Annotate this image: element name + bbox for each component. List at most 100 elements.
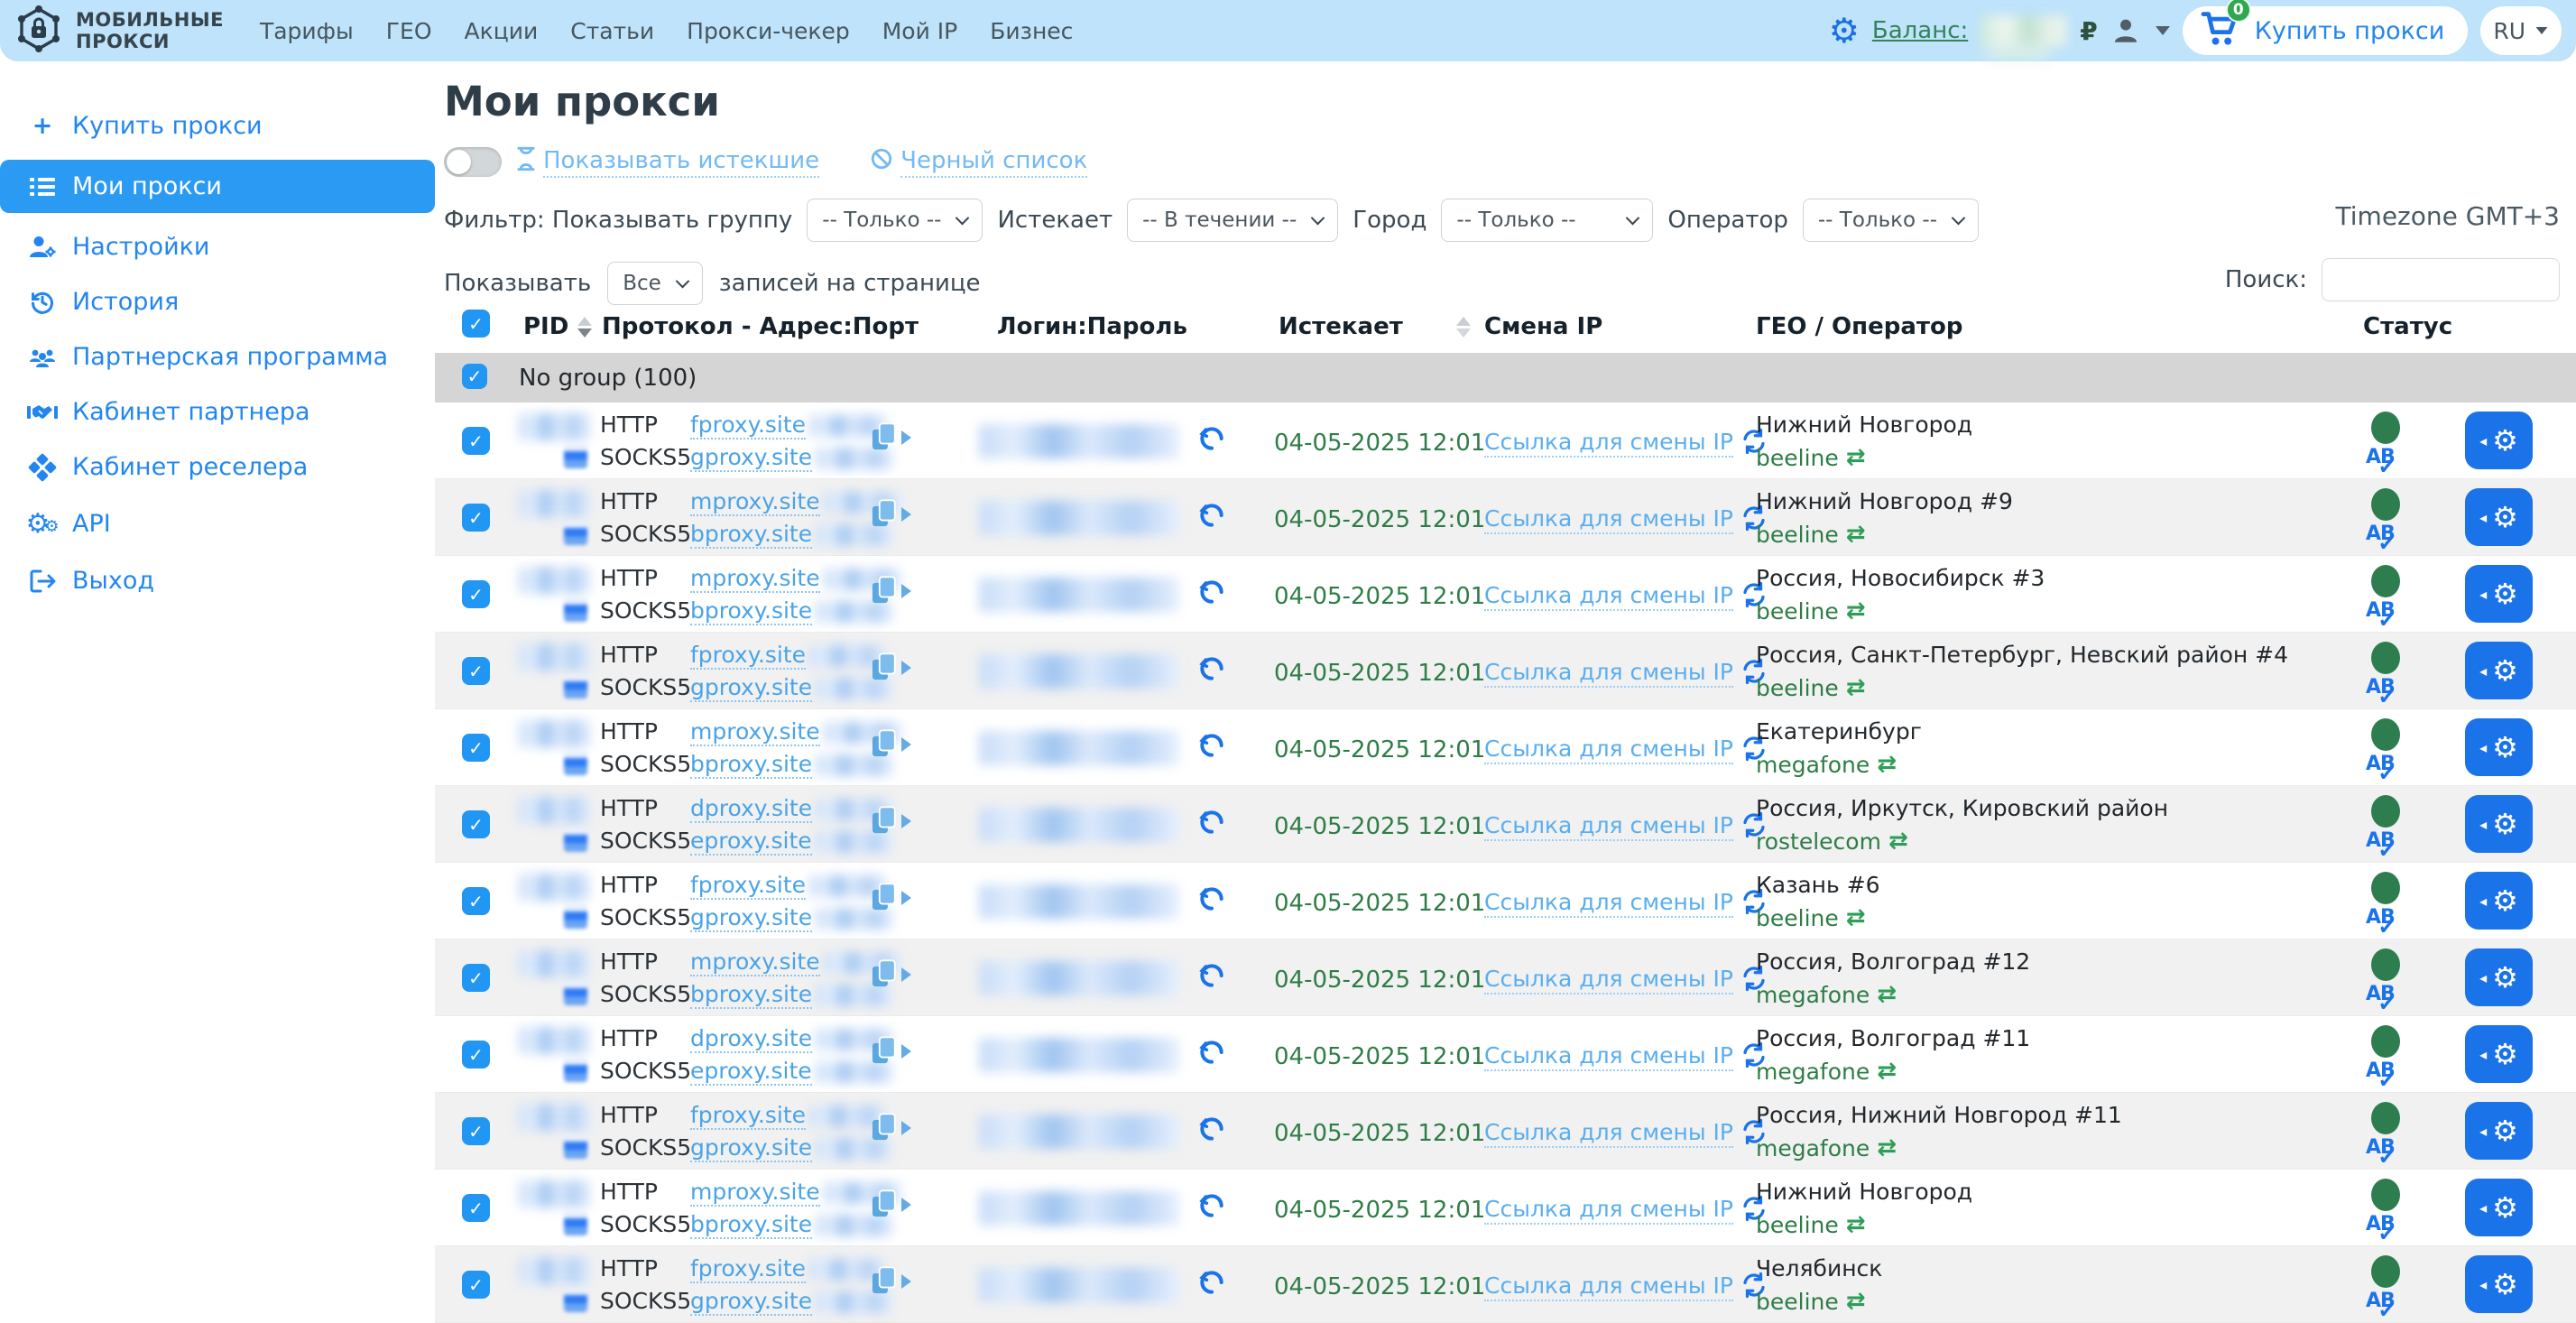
column-header-pid[interactable]: PID: [523, 313, 592, 340]
socks-address-link[interactable]: gproxy.site: [690, 444, 812, 472]
change-ip-link[interactable]: Ссылка для смены IP: [1484, 1196, 1733, 1225]
regenerate-credentials-icon[interactable]: [1197, 424, 1226, 457]
socks-address-link[interactable]: gproxy.site: [690, 1134, 812, 1162]
swap-operator-icon[interactable]: ⇄: [1877, 751, 1897, 778]
change-ip-link[interactable]: Ссылка для смены IP: [1484, 1272, 1733, 1301]
row-checkbox[interactable]: ✓: [462, 964, 490, 992]
column-header-status[interactable]: Статус: [2363, 313, 2452, 340]
row-settings-button[interactable]: ◂ ⚙: [2465, 1179, 2533, 1236]
copy-address-button[interactable]: [871, 883, 911, 913]
regenerate-credentials-icon[interactable]: [1197, 1268, 1226, 1300]
nav-business[interactable]: Бизнес: [990, 18, 1073, 44]
buy-proxies-button[interactable]: 0 Купить прокси: [2183, 6, 2469, 55]
swap-operator-icon[interactable]: ⇄: [1877, 1058, 1897, 1085]
swap-operator-icon[interactable]: ⇄: [1888, 828, 1908, 855]
swap-operator-icon[interactable]: ⇄: [1846, 1211, 1866, 1238]
socks-address-link[interactable]: bproxy.site: [690, 597, 812, 625]
show-expired-link[interactable]: Показывать истекшие: [516, 146, 819, 178]
blacklist-link[interactable]: Черный список: [870, 147, 1087, 178]
http-address-link[interactable]: dproxy.site: [690, 795, 812, 823]
socks-address-link[interactable]: gproxy.site: [690, 1288, 812, 1316]
copy-address-button[interactable]: [871, 959, 911, 990]
regenerate-credentials-icon[interactable]: [1197, 961, 1226, 994]
change-ip-link[interactable]: Ссылка для смены IP: [1484, 429, 1733, 458]
socks-address-link[interactable]: bproxy.site: [690, 521, 812, 549]
row-settings-button[interactable]: ◂ ⚙: [2465, 642, 2533, 699]
filter-group-select[interactable]: -- Только --: [807, 199, 983, 242]
group-checkbox[interactable]: ✓: [462, 364, 487, 389]
change-ip-link[interactable]: Ссылка для смены IP: [1484, 1119, 1733, 1148]
swap-operator-icon[interactable]: ⇄: [1846, 1288, 1866, 1315]
http-address-link[interactable]: fproxy.site: [690, 872, 806, 900]
copy-address-button[interactable]: [871, 1113, 911, 1143]
sidebar-item-partner-cabinet[interactable]: Кабинет партнера: [0, 387, 435, 437]
nav-tariffs[interactable]: Тарифы: [260, 18, 354, 44]
row-settings-button[interactable]: ◂ ⚙: [2465, 718, 2533, 776]
http-address-link[interactable]: fproxy.site: [690, 1102, 806, 1130]
filter-city-select[interactable]: -- Только --: [1441, 199, 1653, 242]
nav-promos[interactable]: Акции: [465, 18, 539, 44]
filter-expires-select[interactable]: -- В течении --: [1127, 199, 1338, 242]
change-ip-link[interactable]: Ссылка для смены IP: [1484, 966, 1733, 995]
row-checkbox[interactable]: ✓: [462, 504, 490, 532]
row-settings-button[interactable]: ◂ ⚙: [2465, 412, 2533, 469]
http-address-link[interactable]: fproxy.site: [690, 412, 806, 439]
copy-address-button[interactable]: [871, 1266, 911, 1297]
column-header-login[interactable]: Логин:Пароль: [997, 313, 1187, 340]
row-settings-button[interactable]: ◂ ⚙: [2465, 948, 2533, 1006]
column-header-protocol-address[interactable]: Протокол - Адрес:Порт: [602, 313, 919, 340]
regenerate-credentials-icon[interactable]: [1197, 501, 1226, 533]
http-address-link[interactable]: mproxy.site: [690, 1179, 820, 1207]
change-ip-link[interactable]: Ссылка для смены IP: [1484, 889, 1733, 918]
row-checkbox[interactable]: ✓: [462, 1117, 490, 1145]
row-settings-button[interactable]: ◂ ⚙: [2465, 1255, 2533, 1313]
balance-link[interactable]: Баланс:: [1872, 17, 1968, 44]
sidebar-item-affiliate-program[interactable]: Партнерская программа: [0, 332, 435, 382]
sidebar-item-reseller-cabinet[interactable]: Кабинет реселера: [0, 442, 435, 492]
http-address-link[interactable]: mproxy.site: [690, 718, 820, 746]
account-dropdown-caret-icon[interactable]: [2156, 26, 2170, 35]
http-address-link[interactable]: dproxy.site: [690, 1025, 812, 1053]
regenerate-credentials-icon[interactable]: [1197, 808, 1226, 840]
sidebar-item-api[interactable]: ⚙⚙ API: [0, 497, 435, 550]
row-checkbox[interactable]: ✓: [462, 734, 490, 762]
column-header-geo[interactable]: ГЕО / Оператор: [1756, 313, 1962, 340]
change-ip-link[interactable]: Ссылка для смены IP: [1484, 736, 1733, 764]
row-settings-button[interactable]: ◂ ⚙: [2465, 488, 2533, 546]
row-settings-button[interactable]: ◂ ⚙: [2465, 795, 2533, 853]
change-ip-link[interactable]: Ссылка для смены IP: [1484, 582, 1733, 611]
user-account-icon[interactable]: [2110, 15, 2141, 46]
sidebar-item-buy-proxies[interactable]: + Купить прокси: [0, 101, 435, 151]
row-settings-button[interactable]: ◂ ⚙: [2465, 1025, 2533, 1083]
change-ip-link[interactable]: Ссылка для смены IP: [1484, 659, 1733, 688]
copy-address-button[interactable]: [871, 652, 911, 683]
swap-operator-icon[interactable]: ⇄: [1846, 904, 1866, 931]
http-address-link[interactable]: mproxy.site: [690, 565, 820, 593]
nav-proxy-checker[interactable]: Прокси-чекер: [687, 18, 850, 44]
row-checkbox[interactable]: ✓: [462, 887, 490, 915]
copy-address-button[interactable]: [871, 1189, 911, 1220]
row-checkbox[interactable]: ✓: [462, 1041, 490, 1069]
row-checkbox[interactable]: ✓: [462, 1194, 490, 1222]
settings-gear-icon[interactable]: ⚙: [1829, 14, 1860, 48]
row-checkbox[interactable]: ✓: [462, 1271, 490, 1299]
change-ip-link[interactable]: Ссылка для смены IP: [1484, 1042, 1733, 1071]
sidebar-item-logout[interactable]: Выход: [0, 556, 435, 606]
column-header-change-ip[interactable]: Смена IP: [1484, 313, 1602, 340]
row-checkbox[interactable]: ✓: [462, 810, 490, 838]
row-checkbox[interactable]: ✓: [462, 580, 490, 608]
search-input[interactable]: [2322, 258, 2560, 301]
nav-my-ip[interactable]: Мой IP: [882, 18, 958, 44]
regenerate-credentials-icon[interactable]: [1197, 1191, 1226, 1224]
show-expired-toggle[interactable]: [444, 147, 502, 177]
copy-address-button[interactable]: [871, 1036, 911, 1067]
regenerate-credentials-icon[interactable]: [1197, 578, 1226, 610]
sidebar-item-my-proxies[interactable]: Мои прокси: [0, 160, 435, 213]
swap-operator-icon[interactable]: ⇄: [1846, 444, 1866, 471]
swap-operator-icon[interactable]: ⇄: [1846, 674, 1866, 701]
copy-address-button[interactable]: [871, 422, 911, 453]
swap-operator-icon[interactable]: ⇄: [1846, 597, 1866, 624]
socks-address-link[interactable]: bproxy.site: [690, 1211, 812, 1239]
socks-address-link[interactable]: eproxy.site: [690, 1058, 812, 1086]
row-settings-button[interactable]: ◂ ⚙: [2465, 872, 2533, 930]
